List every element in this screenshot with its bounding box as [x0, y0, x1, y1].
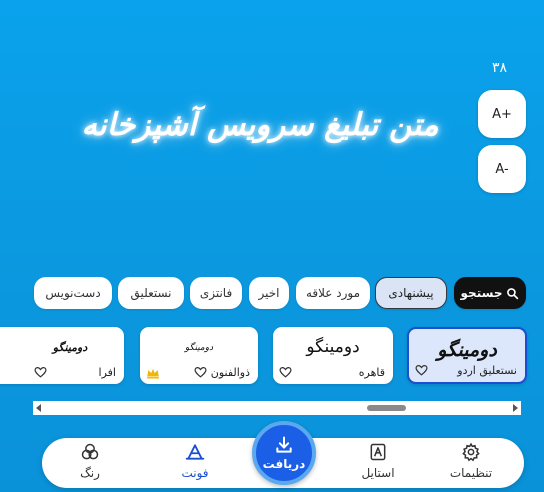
nav-settings-label: تنظیمات [449, 466, 493, 480]
chip-favorites[interactable]: مورد علاقه [296, 277, 370, 309]
font-size-value: ۳۸ [492, 60, 508, 76]
font-card-footer: نستعلیق اردو [415, 364, 517, 377]
font-name: ذوالفنون [210, 366, 250, 379]
scrollbar-thumb[interactable] [367, 405, 406, 411]
increase-font-size-button[interactable]: A+ [478, 90, 526, 138]
nav-font-label: فونت [181, 466, 209, 480]
text-preview[interactable]: متن تبلیغ سرویس آشپزخانه [60, 80, 460, 170]
nav-font[interactable]: فونت [155, 442, 235, 486]
scroll-right-icon[interactable] [513, 404, 518, 412]
gear-icon [462, 442, 480, 462]
font-card-footer: افرا [34, 366, 116, 379]
search-chip[interactable]: جستجو [454, 277, 526, 309]
search-icon [507, 287, 519, 299]
search-chip-label: جستجو [460, 286, 503, 300]
font-icon [185, 444, 205, 460]
font-card[interactable]: دومینگو افرا [0, 327, 124, 384]
font-sample: دومینگو [184, 343, 214, 353]
font-sample: دومینگو [437, 339, 497, 361]
scroll-left-icon[interactable] [36, 404, 41, 412]
nav-style-label: استایل [361, 466, 395, 480]
palette-icon [81, 443, 99, 460]
font-name: نستعلیق اردو [457, 364, 517, 377]
nav-settings[interactable]: تنظیمات [431, 442, 511, 486]
chip-recent[interactable]: اخیر [249, 277, 289, 309]
font-list-scrollbar[interactable] [33, 401, 521, 415]
font-name: قاهره [358, 366, 385, 379]
heart-icon[interactable] [34, 366, 47, 379]
font-sample: دومینگو [306, 337, 360, 357]
font-card-right: ذوالفنون [194, 366, 250, 379]
font-name: افرا [98, 366, 116, 379]
category-chips: دست‌نویس نستعلیق فانتزی اخیر مورد علاقه … [0, 277, 544, 311]
chip-handwriting[interactable]: دست‌نویس [34, 277, 112, 309]
chip-suggested[interactable]: پیشنهادی [375, 277, 447, 309]
nav-color-label: رنگ [80, 466, 100, 480]
font-card-footer: قاهره [279, 366, 385, 379]
font-card[interactable]: دومینگو ذوالفنون [140, 327, 258, 384]
heart-icon[interactable] [194, 366, 207, 379]
font-list: دومینگو نستعلیق اردو دومینگو قاهره دومین… [0, 327, 544, 387]
crown-icon [147, 368, 159, 379]
nav-style[interactable]: استایل [338, 442, 418, 486]
download-icon [276, 436, 292, 453]
font-sample: دومینگو [52, 341, 88, 354]
download-label: دریافت [262, 457, 306, 471]
download-button[interactable]: دریافت [252, 421, 316, 485]
font-card-footer: ذوالفنون [146, 366, 250, 379]
heart-icon[interactable] [415, 364, 428, 377]
chip-fantasy[interactable]: فانتزی [190, 277, 242, 309]
chip-nastaliq[interactable]: نستعلیق [118, 277, 184, 309]
font-card[interactable]: دومینگو نستعلیق اردو [407, 327, 527, 384]
nav-color[interactable]: رنگ [50, 442, 130, 486]
decrease-font-size-button[interactable]: A- [478, 145, 526, 193]
style-icon [370, 443, 386, 461]
font-card[interactable]: دومینگو قاهره [273, 327, 393, 384]
heart-icon[interactable] [279, 366, 292, 379]
